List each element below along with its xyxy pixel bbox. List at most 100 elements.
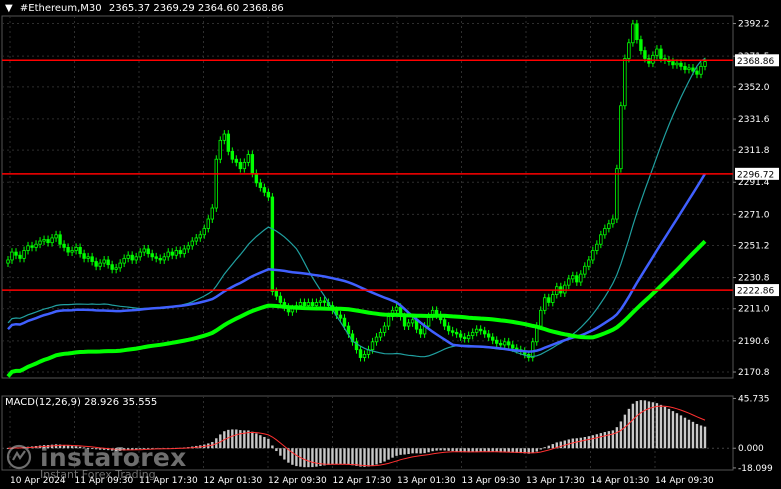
macd-bar [335,448,338,465]
candle-body [470,331,475,336]
candle-body [543,297,547,311]
candle-body [362,353,367,358]
time-tick-label: 12 Apr 01:30 [204,476,263,486]
price-tick-label: 2331.6 [738,115,770,125]
candle-body [539,309,543,327]
candle-body [587,259,591,267]
candle-body [450,330,455,333]
macd-bar [619,421,623,449]
macd-bar [419,448,422,454]
candle-body [454,331,459,335]
macd-bar [487,448,490,452]
candle-body [490,336,495,341]
macd-bar [355,448,358,466]
candle-body [266,191,271,198]
candle-body [222,133,227,141]
candle-body [338,314,343,319]
macd-label: MACD(12,26,9) 28.926 35.555 [5,397,158,408]
macd-bar [327,448,330,465]
candle-body [126,254,130,259]
macd-bar [659,404,663,449]
macd-bar [451,448,454,452]
candle-body [10,251,14,261]
candle-body [310,302,315,307]
level-price-label: 2368.86 [737,57,774,67]
candle-body [98,262,102,267]
candle-body [639,39,643,52]
candle-body [494,339,499,344]
time-tick-label: 12 Apr 17:30 [333,476,392,486]
candle-body [138,251,142,258]
macd-bar [539,448,542,450]
time-tick-label: 14 Apr 01:30 [591,476,650,486]
candle-body [234,158,239,163]
candle-body [631,23,635,44]
candle-body [595,243,599,251]
candle-body [250,154,255,174]
candle-body [591,250,595,261]
candle-body [358,349,363,358]
price-tick-label: 2251.2 [738,241,770,251]
price-tick-label: 2352.0 [738,83,770,93]
macd-bar [367,448,370,467]
ohlc-readout: 2365.37 2369.29 2364.60 2368.86 [108,3,284,14]
candle-body [54,234,58,239]
candle-body [446,325,451,332]
candle-body [318,300,323,303]
macd-bar [455,448,458,452]
macd-bar [663,406,667,449]
candle-body [575,275,579,283]
candle-body [386,316,391,327]
macd-bar [231,429,234,449]
candle-body [190,240,194,247]
candle-body [442,319,447,327]
level-price-label: 2296.72 [737,170,774,180]
candle-body [202,228,206,236]
candle-body [154,256,158,259]
candle-body [579,273,583,283]
macd-bar [671,411,675,449]
macd-bar [615,427,619,449]
macd-bar [435,448,438,451]
macd-bar [643,400,647,449]
time-tick-label: 13 Apr 17:30 [526,476,585,486]
candle-body [74,246,78,251]
candle-body [254,172,259,184]
macd-bar [443,448,446,451]
macd-bar [587,436,591,449]
candle-body [547,297,551,303]
candle-body [150,253,154,258]
candle-body [278,295,283,303]
candle-body [603,228,607,236]
macd-bar [295,448,298,467]
candle-body [110,264,114,270]
price-chart[interactable]: 10 Apr 2024 11 Apr 09:30 11 Apr 17:30 12 Ap… [0,0,781,489]
macd-bar [331,448,334,465]
macd-bar [623,414,627,449]
watermark-tagline: Instant Forex Trading [40,468,156,481]
candle-body [462,336,467,340]
price-tick-label: 2392.2 [738,20,770,30]
macd-bar [371,448,374,466]
macd-bar [607,431,611,449]
macd-bar [279,448,282,456]
macd-tick-label: -18.099 [738,464,773,474]
dropdown-arrow-icon[interactable]: ▼ [5,3,13,14]
candle-body [342,317,347,327]
candle-body [242,161,247,170]
macd-bar [695,423,699,449]
candle-body [466,335,471,340]
candle-body [531,341,535,358]
macd-bar [359,448,362,467]
candle-body [675,62,679,66]
candle-body [238,161,243,170]
candle-body [62,243,66,248]
candle-body [94,261,98,267]
candle-body [134,256,138,261]
macd-bar [683,417,687,449]
macd-bar [531,448,534,454]
macd-bar [291,448,294,465]
candle-body [486,333,491,338]
macd-bar [271,445,274,449]
candle-body [194,237,198,242]
